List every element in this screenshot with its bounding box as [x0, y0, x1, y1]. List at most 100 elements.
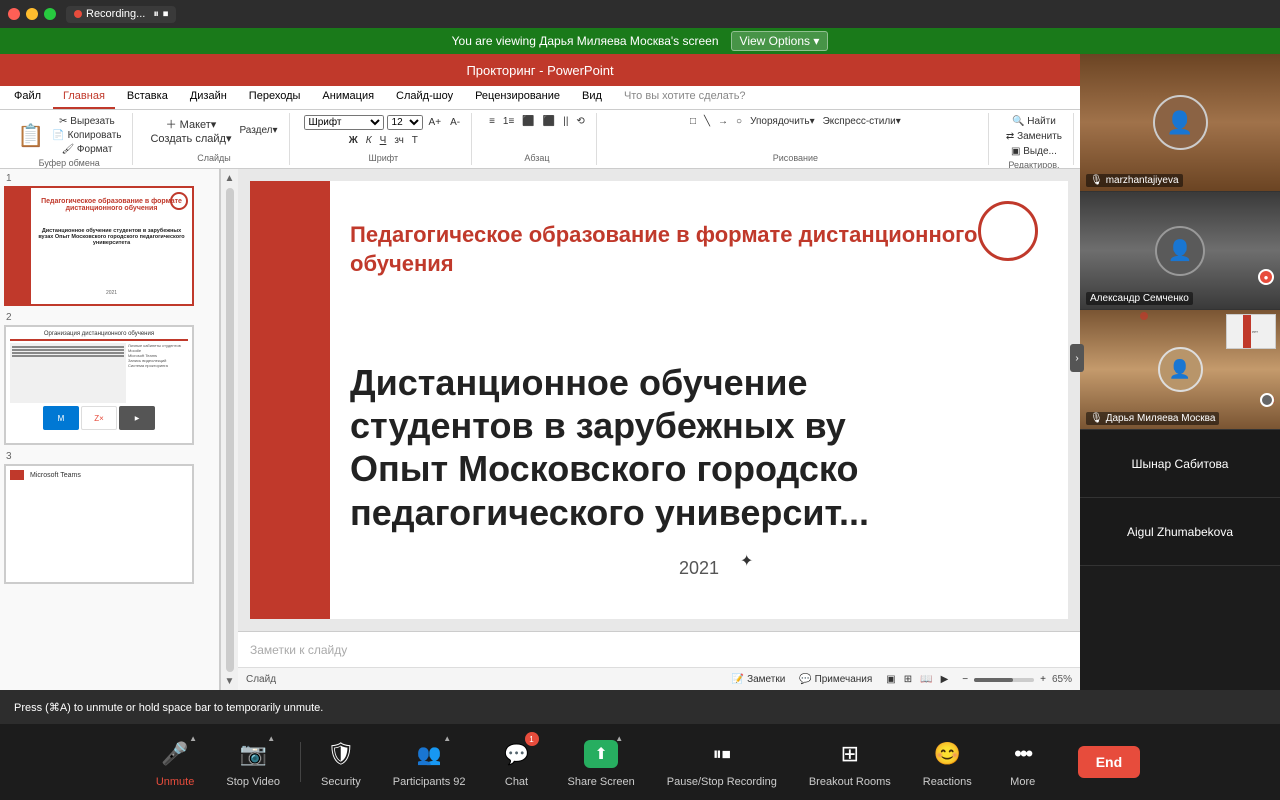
slideshow-btn[interactable]: ▶: [938, 673, 952, 686]
tab-review[interactable]: Рецензирование: [465, 86, 570, 109]
maximize-window-button[interactable]: [44, 8, 56, 20]
participants-arrow-icon[interactable]: ▲: [443, 734, 451, 743]
bottom-toolbar: Press (⌘A) to unmute or hold space bar t…: [0, 690, 1280, 800]
scroll-down-button[interactable]: ▼: [223, 674, 237, 689]
find-btn[interactable]: 🔍 Найти: [1003, 115, 1065, 128]
comments-view-btn[interactable]: 💬 Примечания: [796, 673, 875, 686]
bold-btn[interactable]: Ж: [346, 134, 361, 147]
underline-btn[interactable]: Ч: [377, 134, 390, 147]
column-btn[interactable]: ||: [560, 115, 571, 128]
zoom-in-btn[interactable]: +: [1037, 673, 1049, 686]
unmute-button[interactable]: 🎤 ▲ Unmute: [140, 736, 211, 788]
tab-search[interactable]: Что вы хотите сделать?: [614, 86, 756, 109]
more-button[interactable]: ••• More: [988, 736, 1058, 788]
tab-file[interactable]: Файл: [4, 86, 51, 109]
participants-icon-container: 👥 ▲: [411, 736, 447, 772]
slide-thumb-image-1[interactable]: Педагогическое образование в формате дис…: [4, 186, 194, 306]
breakout-rooms-button[interactable]: ⊞ Breakout Rooms: [793, 736, 907, 788]
participant-name-3: 🎙 Дарья Миляева Москва: [1086, 412, 1219, 425]
notes-view-btn[interactable]: 📝 Заметки: [729, 673, 788, 686]
slide-thumbnail-2[interactable]: 2 Организация дистанционного обучения: [4, 312, 215, 445]
reading-view-btn[interactable]: 📖: [917, 673, 935, 686]
shape-oval-btn[interactable]: ○: [733, 115, 745, 128]
section-button[interactable]: Раздел▾: [236, 115, 280, 146]
separator-1: [300, 742, 301, 782]
quick-styles-btn[interactable]: Экспресс-стили▾: [820, 115, 904, 128]
video-arrow-icon[interactable]: ▲: [267, 734, 275, 743]
participant-nameonly-4: Шынар Сабитова: [1080, 430, 1280, 498]
shape-arrow-btn[interactable]: →: [715, 115, 731, 128]
zoom-out-btn[interactable]: −: [959, 673, 971, 686]
replace-btn[interactable]: ⇄ Заменить: [1003, 130, 1065, 143]
participants-button[interactable]: 👥 ▲ Participants 92: [377, 736, 482, 788]
copy-button[interactable]: 📄 Копировать: [49, 129, 124, 142]
chat-button[interactable]: 💬 1 Chat: [482, 736, 552, 788]
cursor-pointer: ✦: [740, 551, 753, 571]
tab-home[interactable]: Главная: [53, 86, 115, 109]
shape-rect-btn[interactable]: □: [687, 115, 699, 128]
end-meeting-button[interactable]: End: [1078, 746, 1140, 778]
font-family-select[interactable]: Шрифт: [304, 115, 384, 130]
participant-name-4: Шынар Сабитова: [1132, 457, 1229, 471]
slide-thumb-image-3[interactable]: Microsoft Teams: [4, 464, 194, 584]
viewing-text: You are viewing Дарья Миляева Москва's s…: [452, 34, 719, 48]
decrease-font-btn[interactable]: A-: [447, 116, 463, 129]
stop-video-button[interactable]: 📷 ▲ Stop Video: [210, 736, 296, 788]
zoom-slider[interactable]: [974, 678, 1034, 682]
stop-icon: ⏹: [722, 744, 731, 765]
chat-icon: 💬: [504, 742, 529, 767]
increase-font-btn[interactable]: A+: [426, 116, 445, 129]
tab-transitions[interactable]: Переходы: [239, 86, 311, 109]
normal-view-btn[interactable]: ▣: [883, 673, 898, 686]
stop-recording-icon[interactable]: ⏹: [163, 8, 169, 21]
ribbon-group-drawing: □ ╲ → ○ Упорядочить▾ Экспресс-стили▾ Рис…: [603, 113, 989, 165]
slide-thumb-image-2[interactable]: Организация дистанционного обучения: [4, 325, 194, 445]
font-size-select[interactable]: 12: [387, 115, 423, 130]
tab-animation[interactable]: Анимация: [312, 86, 384, 109]
share-screen-button[interactable]: ⬆ ▲ Share Screen: [552, 736, 651, 788]
tab-view[interactable]: Вид: [572, 86, 612, 109]
close-window-button[interactable]: [8, 8, 20, 20]
shadow-btn[interactable]: Т: [409, 134, 421, 147]
numbering-btn[interactable]: 1≡: [500, 115, 517, 128]
minimize-window-button[interactable]: [26, 8, 38, 20]
format-brush-button[interactable]: 🖌 Формат: [49, 143, 124, 156]
pause-recording-icon[interactable]: ⏸: [153, 8, 159, 21]
reactions-button[interactable]: 😊 Reactions: [907, 736, 988, 788]
align-right-btn[interactable]: ⬛: [540, 115, 558, 128]
slides-label: Слайды: [197, 153, 231, 163]
italic-btn[interactable]: К: [363, 134, 375, 147]
more-dots-icon: •••: [1014, 741, 1031, 767]
notes-bar[interactable]: Заметки к слайду: [238, 631, 1080, 667]
slide-thumbnail-3[interactable]: 3 Microsoft Teams: [4, 451, 215, 584]
unmute-arrow-icon[interactable]: ▲: [189, 734, 197, 743]
text-direction-btn[interactable]: ⟲: [573, 115, 587, 128]
bullets-btn[interactable]: ≡: [486, 115, 498, 128]
pause-stop-recording-button[interactable]: ⏸ ⏹ Pause/Stop Recording: [651, 736, 793, 788]
shape-line-btn[interactable]: ╲: [701, 115, 713, 128]
align-left-btn[interactable]: ⬛: [519, 115, 537, 128]
breakout-rooms-label: Breakout Rooms: [809, 776, 891, 788]
main-slide-canvas[interactable]: Педагогическое образование в формате дис…: [250, 181, 1068, 619]
share-arrow-dropdown-icon[interactable]: ▲: [615, 734, 623, 743]
view-options-button[interactable]: View Options ▾: [731, 31, 829, 51]
cut-button[interactable]: ✂ Вырезать: [49, 115, 124, 128]
select-btn[interactable]: ▣ Выде...: [1003, 145, 1065, 158]
arrange-btn[interactable]: Упорядочить▾: [747, 115, 818, 128]
paste-button[interactable]: 📋: [14, 122, 47, 150]
strikethrough-btn[interactable]: зч: [391, 134, 406, 147]
tab-design[interactable]: Дизайн: [180, 86, 237, 109]
reactions-label: Reactions: [923, 776, 972, 788]
ribbon-group-clipboard: 📋 ✂ Вырезать 📄 Копировать 🖌 Формат Буфер…: [6, 113, 133, 165]
new-slide-button[interactable]: ＋ Макет▾Создать слайд▾: [147, 115, 234, 146]
scroll-up-button[interactable]: ▲: [223, 171, 237, 186]
main-slide-year: 2021: [350, 558, 1048, 579]
security-button[interactable]: 🛡 Security: [305, 736, 377, 788]
viewing-banner: You are viewing Дарья Миляева Москва's s…: [0, 28, 1280, 54]
participants-icon: 👥: [417, 742, 442, 767]
tab-slideshow[interactable]: Слайд-шоу: [386, 86, 463, 109]
tab-insert[interactable]: Вставка: [117, 86, 178, 109]
panel-collapse-button[interactable]: ›: [1070, 344, 1084, 372]
slide-thumbnail-1[interactable]: 1 Педагогическое образование в формате д…: [4, 173, 215, 306]
slide-sorter-btn[interactable]: ⊞: [901, 673, 915, 686]
